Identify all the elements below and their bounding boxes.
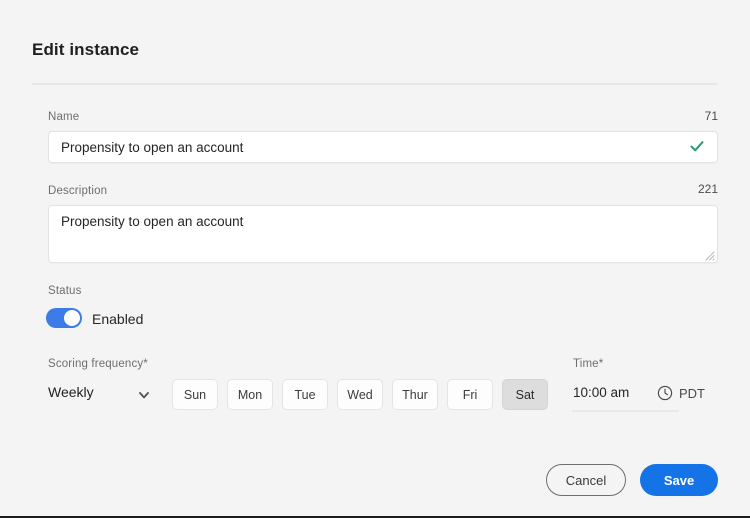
name-input-wrapper: [48, 131, 718, 163]
day-button-wed[interactable]: Wed: [337, 379, 383, 410]
status-toggle-knob: [64, 310, 80, 326]
day-button-sat[interactable]: Sat: [502, 379, 548, 410]
day-button-fri[interactable]: Fri: [447, 379, 493, 410]
clock-icon[interactable]: [657, 385, 673, 401]
status-toggle[interactable]: [46, 308, 82, 328]
day-button-thur[interactable]: Thur: [392, 379, 438, 410]
title-divider: [32, 83, 718, 85]
description-textarea[interactable]: [49, 206, 717, 262]
description-textarea-wrapper: [48, 205, 718, 263]
cancel-button[interactable]: Cancel: [546, 464, 626, 496]
day-button-tue[interactable]: Tue: [282, 379, 328, 410]
day-button-mon[interactable]: Mon: [227, 379, 273, 410]
time-input[interactable]: [573, 385, 645, 400]
day-of-week-selector: Sun Mon Tue Wed Thur Fri Sat: [172, 379, 548, 410]
time-input-underline: [572, 410, 679, 412]
edit-instance-dialog: Edit instance Name 71 Description 221 St…: [0, 0, 750, 518]
name-char-count: 71: [704, 109, 718, 123]
time-field-label: Time*: [573, 358, 604, 370]
status-toggle-label: Enabled: [92, 311, 144, 327]
scoring-frequency-label: Scoring frequency*: [48, 358, 148, 370]
name-field-label: Name: [48, 111, 80, 123]
chevron-down-icon: [138, 388, 150, 400]
save-button[interactable]: Save: [640, 464, 718, 496]
description-char-count: 221: [697, 182, 718, 196]
day-button-sun[interactable]: Sun: [172, 379, 218, 410]
dialog-title: Edit instance: [32, 40, 140, 59]
description-field-label: Description: [48, 185, 108, 197]
timezone-label: PDT: [679, 386, 705, 401]
status-field-label: Status: [48, 285, 82, 297]
name-input[interactable]: [49, 132, 669, 162]
scoring-frequency-select[interactable]: Weekly: [46, 381, 166, 407]
checkmark-icon: [689, 138, 705, 154]
scoring-frequency-value: Weekly: [48, 384, 94, 400]
